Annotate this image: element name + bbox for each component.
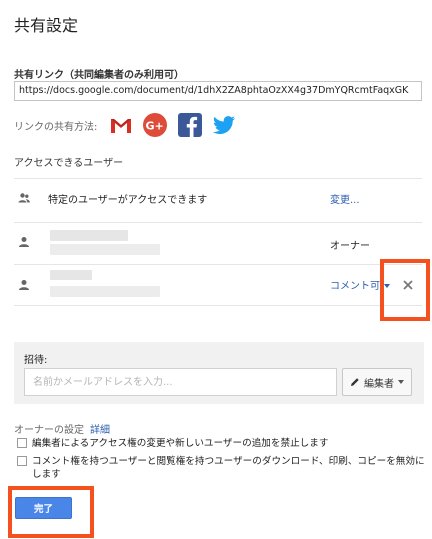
invite-permission-label: 編集者 <box>364 378 394 390</box>
invite-permission-dropdown[interactable]: 編集者 <box>342 368 412 396</box>
remove-button-highlight <box>380 259 430 321</box>
prevent-editor-changes-checkbox[interactable] <box>17 438 27 448</box>
share-link-label: 共有リンク（共同編集者のみ利用可） <box>14 70 184 81</box>
page-title: 共有設定 <box>14 16 79 35</box>
owner-name-redacted <box>50 230 128 241</box>
svg-text:G+: G+ <box>146 120 164 133</box>
owner-row: オーナー <box>14 222 422 262</box>
collaborator-email-redacted <box>50 286 160 297</box>
chevron-down-icon <box>398 380 404 384</box>
invite-input[interactable] <box>24 368 337 396</box>
collaborator-row: コメント可 <box>14 264 422 306</box>
prevent-editor-changes-option: 編集者によるアクセス権の変更や新しいユーザーの追加を禁止します <box>17 437 417 450</box>
collaborator-name-redacted <box>50 270 92 280</box>
facebook-icon[interactable] <box>178 113 202 137</box>
gmail-icon[interactable] <box>109 113 133 137</box>
invite-panel: 招待: 編集者 <box>14 342 424 404</box>
twitter-icon[interactable] <box>212 113 236 137</box>
google-plus-icon[interactable]: G+ <box>143 113 167 137</box>
disable-download-text: コメント権を持つユーザーと閲覧権を持つユーザーのダウンロード、印刷、コピーを無効… <box>32 456 425 480</box>
change-visibility-link[interactable]: 変更... <box>330 191 360 206</box>
owner-role: オーナー <box>330 241 370 252</box>
access-visibility-row: 特定のユーザーがアクセスできます 変更... <box>14 178 422 218</box>
person-icon <box>19 280 29 290</box>
owner-settings-detail-link[interactable]: 詳細 <box>90 425 110 436</box>
pencil-icon <box>351 378 359 386</box>
owner-email-redacted <box>50 244 160 255</box>
invite-label: 招待: <box>24 355 48 366</box>
collaborator-role: コメント可 <box>330 281 380 292</box>
owner-settings: オーナーの設定 詳細 <box>14 421 110 436</box>
people-icon <box>18 193 30 203</box>
access-label: アクセスできるユーザー <box>14 158 124 169</box>
done-button-highlight <box>8 486 94 538</box>
person-icon <box>19 237 29 247</box>
share-link-input[interactable]: https://docs.google.com/document/d/1dhX2… <box>14 81 422 101</box>
owner-settings-label: オーナーの設定 <box>14 425 84 436</box>
visibility-text: 特定のユーザーがアクセスできます <box>48 195 208 206</box>
share-via-label: リンクの共有方法: <box>14 122 98 133</box>
prevent-editor-changes-text: 編集者によるアクセス権の変更や新しいユーザーの追加を禁止します <box>32 438 329 449</box>
disable-download-checkbox[interactable] <box>17 456 27 466</box>
disable-download-option: コメント権を持つユーザーと閲覧権を持つユーザーのダウンロード、印刷、コピーを無効… <box>17 455 425 481</box>
